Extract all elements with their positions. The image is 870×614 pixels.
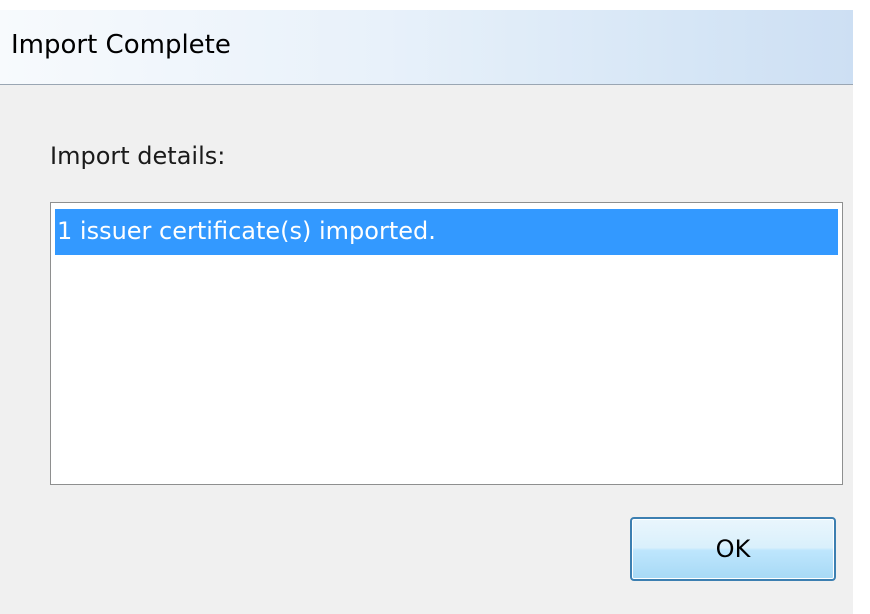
import-details-label: Import details:	[50, 142, 226, 170]
import-details-list[interactable]: 1 issuer certificate(s) imported.	[50, 202, 843, 485]
window-title: Import Complete	[11, 30, 231, 60]
title-bar[interactable]: Import Complete	[0, 10, 853, 85]
ok-button[interactable]: OK	[630, 517, 836, 581]
import-complete-dialog: Import Complete Import details: 1 issuer…	[0, 10, 853, 614]
list-item[interactable]: 1 issuer certificate(s) imported.	[55, 209, 838, 255]
